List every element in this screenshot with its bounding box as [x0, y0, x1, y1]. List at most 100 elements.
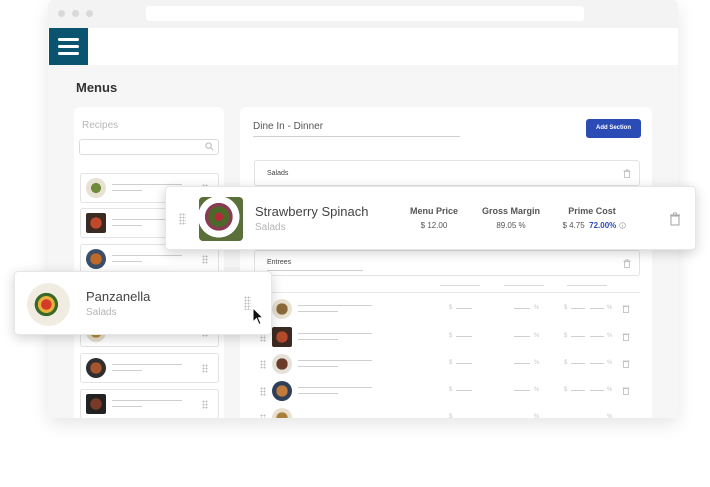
menu-item-card-expanded[interactable]: Strawberry Spinach Salads Menu Price $ 1… [165, 186, 696, 250]
prime-cost-label: Prime Cost [568, 206, 616, 216]
cost-placeholder-line [571, 363, 585, 364]
recipe-thumbnail [86, 358, 106, 378]
menu-section-entrees[interactable]: Entrees [254, 250, 640, 276]
margin-placeholder-line [514, 363, 530, 364]
add-section-button[interactable]: Add Section [586, 119, 641, 138]
menu-price-value: $ 12.00 [420, 221, 448, 230]
section-label: Salads [267, 170, 289, 177]
menu-item-category-placeholder [298, 311, 338, 312]
recipe-category-placeholder [112, 261, 142, 262]
recipe-name-placeholder [112, 364, 182, 365]
drag-handle-icon[interactable] [260, 387, 266, 396]
drag-handle-icon[interactable] [202, 364, 208, 373]
cost-pct-placeholder-line [590, 336, 604, 337]
recipe-list-item[interactable] [80, 389, 219, 418]
trash-icon[interactable] [623, 259, 631, 268]
recipe-search-input[interactable] [79, 139, 219, 155]
menu-section-salads[interactable]: Salads [254, 160, 640, 186]
trash-icon[interactable] [622, 386, 630, 395]
menu-item-row[interactable]: $ % $ % [254, 298, 640, 320]
prime-cost-value: $ 4.75 [562, 221, 585, 230]
page-title: Menus [76, 80, 118, 95]
window-minimize-dot[interactable] [72, 10, 79, 17]
recipe-name: Panzanella [86, 289, 151, 304]
recipe-category-placeholder [112, 225, 142, 226]
recipes-panel-title: Recipes [82, 120, 119, 131]
menu-item-name-placeholder [298, 360, 372, 361]
recipe-image [27, 283, 70, 326]
recipe-category: Salads [86, 307, 117, 318]
trash-icon[interactable] [622, 332, 630, 341]
hamburger-icon [58, 38, 79, 41]
menu-item-thumbnail [272, 381, 292, 401]
hamburger-menu-button[interactable] [49, 28, 88, 65]
menu-item-name: Strawberry Spinach [255, 204, 369, 219]
menu-item-row[interactable]: $ % $ % [254, 380, 640, 402]
recipe-category-placeholder [112, 190, 142, 191]
section-label: Entrees [267, 259, 292, 266]
trash-icon[interactable] [622, 304, 630, 313]
menu-item-name-placeholder [298, 305, 372, 306]
address-bar[interactable] [146, 6, 584, 21]
recipe-category-placeholder [112, 370, 142, 371]
cost-pct-placeholder-line [590, 363, 604, 364]
margin-placeholder: % [534, 305, 540, 311]
recipes-panel: Recipes [74, 107, 224, 418]
cost-pct-placeholder-line [590, 308, 604, 309]
drag-handle-icon[interactable] [179, 213, 186, 225]
price-placeholder: $ [449, 333, 453, 339]
margin-placeholder-line [514, 390, 530, 391]
info-icon[interactable] [618, 222, 626, 229]
section-label-underline [267, 270, 363, 271]
cost-placeholder: $ [564, 305, 568, 311]
prime-cost-value-group: $ 4.75 72.00% [554, 221, 634, 230]
recipe-category-placeholder [112, 406, 142, 407]
cost-pct-placeholder-line [590, 390, 604, 391]
drag-handle-icon[interactable] [244, 296, 251, 310]
gross-margin-value: 89.05 % [496, 221, 526, 230]
recipe-thumbnail [86, 394, 106, 414]
prime-cost-percent: 72.00% [589, 221, 617, 230]
cost-placeholder-line [571, 308, 585, 309]
menu-item-image [199, 197, 243, 241]
menu-price-label: Menu Price [409, 206, 458, 216]
drag-handle-icon[interactable] [260, 414, 266, 418]
menu-item-category: Salads [255, 222, 286, 233]
menu-editor-panel: Dine In - Dinner Add Section Salads Entr… [240, 107, 652, 418]
menu-item-thumbnail [272, 354, 292, 374]
cost-placeholder: $ [564, 333, 568, 339]
cost-placeholder-line [571, 390, 585, 391]
drag-handle-icon[interactable] [260, 360, 266, 369]
window-maximize-dot[interactable] [86, 10, 93, 17]
trash-icon[interactable] [623, 169, 631, 178]
dragged-recipe-card[interactable]: Panzanella Salads [14, 271, 272, 335]
price-placeholder-line [456, 336, 472, 337]
menu-item-category-placeholder [298, 366, 338, 367]
menu-item-row[interactable]: $ % $ % [254, 326, 640, 348]
window-close-dot[interactable] [58, 10, 65, 17]
drag-handle-icon[interactable] [202, 400, 208, 409]
column-header-placeholder [567, 285, 607, 286]
price-placeholder-line [456, 390, 472, 391]
margin-placeholder: % [534, 333, 540, 339]
recipe-name-placeholder [112, 184, 182, 185]
recipe-name-placeholder [112, 255, 182, 256]
recipe-list-item[interactable] [80, 353, 219, 383]
gross-margin-label: Gross Margin [481, 206, 540, 216]
cost-placeholder-line [571, 336, 585, 337]
margin-placeholder: % [534, 414, 540, 418]
cost-pct-placeholder: % [607, 414, 613, 418]
menu-item-row[interactable]: $ % % [254, 407, 640, 418]
price-placeholder-line [456, 308, 472, 309]
recipe-thumbnail [86, 178, 106, 198]
trash-icon[interactable] [669, 212, 681, 226]
menu-name-field[interactable]: Dine In - Dinner [253, 121, 323, 132]
menu-item-row[interactable]: $ % $ % [254, 353, 640, 375]
margin-placeholder: % [534, 387, 540, 393]
menu-name-underline [253, 136, 460, 137]
recipe-thumbnail [86, 249, 106, 269]
menu-item-name-placeholder [298, 387, 372, 388]
hamburger-icon-bar [58, 52, 79, 55]
drag-handle-icon[interactable] [202, 255, 208, 264]
trash-icon[interactable] [622, 359, 630, 368]
